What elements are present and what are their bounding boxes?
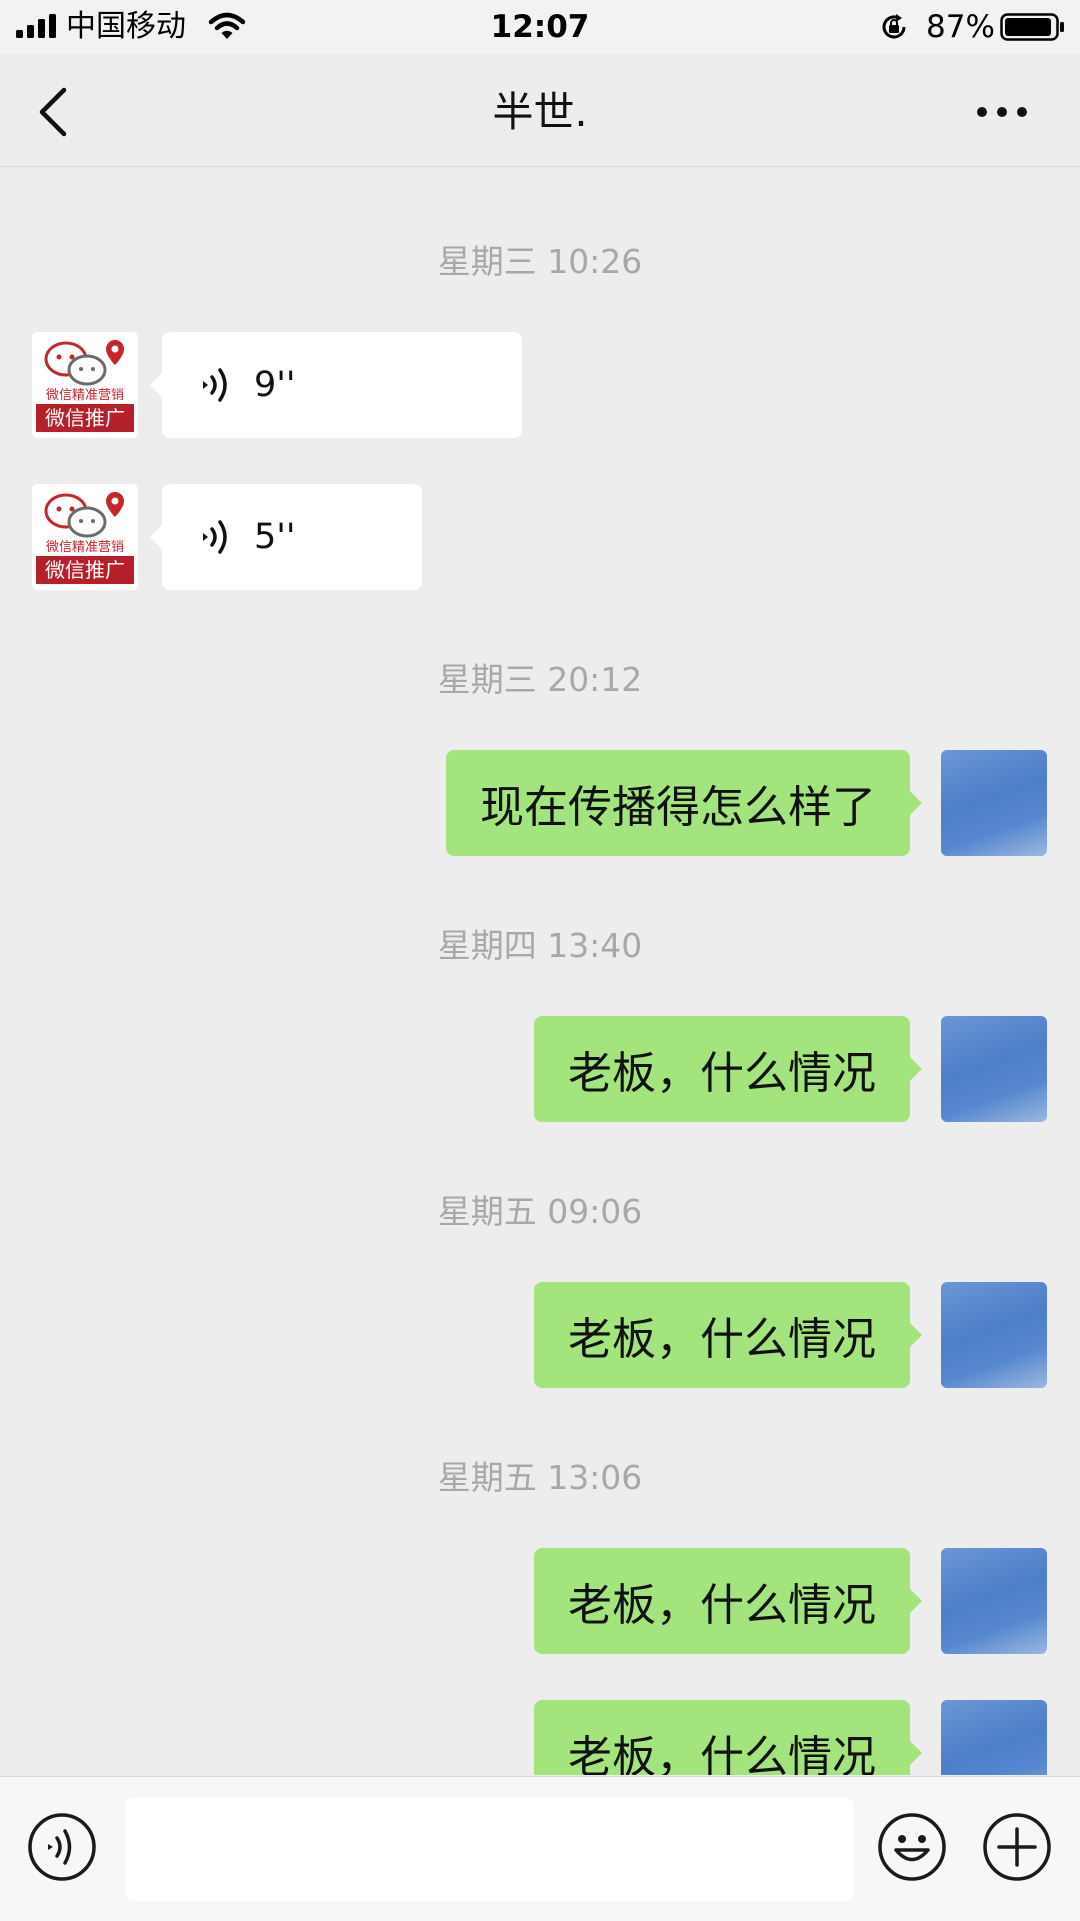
- message-row: 微信精准营销 微信推广 5'': [0, 484, 1080, 590]
- status-bar: 中国移动 12:07 87%: [0, 0, 1080, 54]
- message-text: 老板，什么情况: [568, 1732, 876, 1775]
- message-text: 现在传播得怎么样了: [480, 782, 876, 833]
- text-message-bubble[interactable]: 现在传播得怎么样了: [446, 750, 922, 856]
- text-message-bubble[interactable]: 老板，什么情况: [534, 1016, 922, 1122]
- more-icon[interactable]: [972, 92, 1032, 132]
- input-bar: [0, 1776, 1080, 1921]
- contact-avatar[interactable]: 微信精准营销 微信推广: [32, 484, 138, 590]
- rotation-lock-icon: [882, 14, 906, 39]
- my-avatar[interactable]: [941, 1700, 1047, 1775]
- timestamp: 星期三 10:26: [437, 242, 643, 281]
- timestamp: 星期五 13:06: [437, 1458, 643, 1497]
- voice-message-bubble[interactable]: 5'': [150, 484, 422, 590]
- chat-title: 半世.: [492, 88, 588, 136]
- my-avatar[interactable]: [941, 750, 1047, 856]
- voice-duration: 9'': [254, 365, 296, 405]
- battery-icon: [1000, 13, 1064, 41]
- message-text: 老板，什么情况: [568, 1314, 876, 1365]
- message-row: 微信精准营销 微信推广 9'': [0, 332, 1080, 438]
- svg-text:微信精准营销: 微信精准营销: [46, 540, 124, 555]
- message-input[interactable]: [125, 1798, 854, 1901]
- message-row: 现在传播得怎么样了: [0, 750, 1080, 856]
- my-avatar[interactable]: [941, 1016, 1047, 1122]
- my-avatar[interactable]: [941, 1282, 1047, 1388]
- text-message-bubble[interactable]: 老板，什么情况: [534, 1548, 922, 1654]
- voice-wave-icon: [203, 368, 227, 402]
- message-row: 老板，什么情况: [0, 1548, 1080, 1654]
- message-list[interactable]: 星期三 10:26 微信精准营销 微信推广 9'' 微信精准营销 微信推广 5'…: [0, 167, 1080, 1775]
- message-row: 老板，什么情况: [0, 1016, 1080, 1122]
- message-text: 老板，什么情况: [568, 1580, 876, 1631]
- battery-percentage: 87%: [926, 9, 995, 45]
- plus-icon[interactable]: [981, 1811, 1053, 1883]
- svg-text:微信推广: 微信推广: [45, 558, 125, 582]
- timestamp: 星期四 13:40: [437, 926, 643, 965]
- svg-text:微信推广: 微信推广: [45, 406, 125, 430]
- wechat-promo-logo: 微信精准营销 微信推广: [32, 332, 138, 438]
- my-avatar[interactable]: [941, 1548, 1047, 1654]
- clock: 12:07: [490, 9, 590, 45]
- message-row: 老板，什么情况: [0, 1700, 1080, 1775]
- message-text: 老板，什么情况: [568, 1048, 876, 1099]
- emoji-icon[interactable]: [876, 1811, 948, 1883]
- timestamp: 星期五 09:06: [437, 1192, 643, 1231]
- nav-bar: 半世.: [0, 54, 1080, 167]
- voice-input-icon[interactable]: [26, 1811, 98, 1883]
- text-message-bubble[interactable]: 老板，什么情况: [534, 1700, 922, 1775]
- wechat-promo-logo: 微信精准营销 微信推广: [32, 484, 138, 590]
- voice-duration: 5'': [254, 517, 296, 557]
- voice-wave-icon: [203, 520, 227, 554]
- contact-avatar[interactable]: 微信精准营销 微信推广: [32, 332, 138, 438]
- svg-text:微信精准营销: 微信精准营销: [46, 388, 124, 403]
- voice-message-bubble[interactable]: 9'': [150, 332, 522, 438]
- timestamp: 星期三 20:12: [437, 660, 643, 699]
- message-row: 老板，什么情况: [0, 1282, 1080, 1388]
- text-message-bubble[interactable]: 老板，什么情况: [534, 1282, 922, 1388]
